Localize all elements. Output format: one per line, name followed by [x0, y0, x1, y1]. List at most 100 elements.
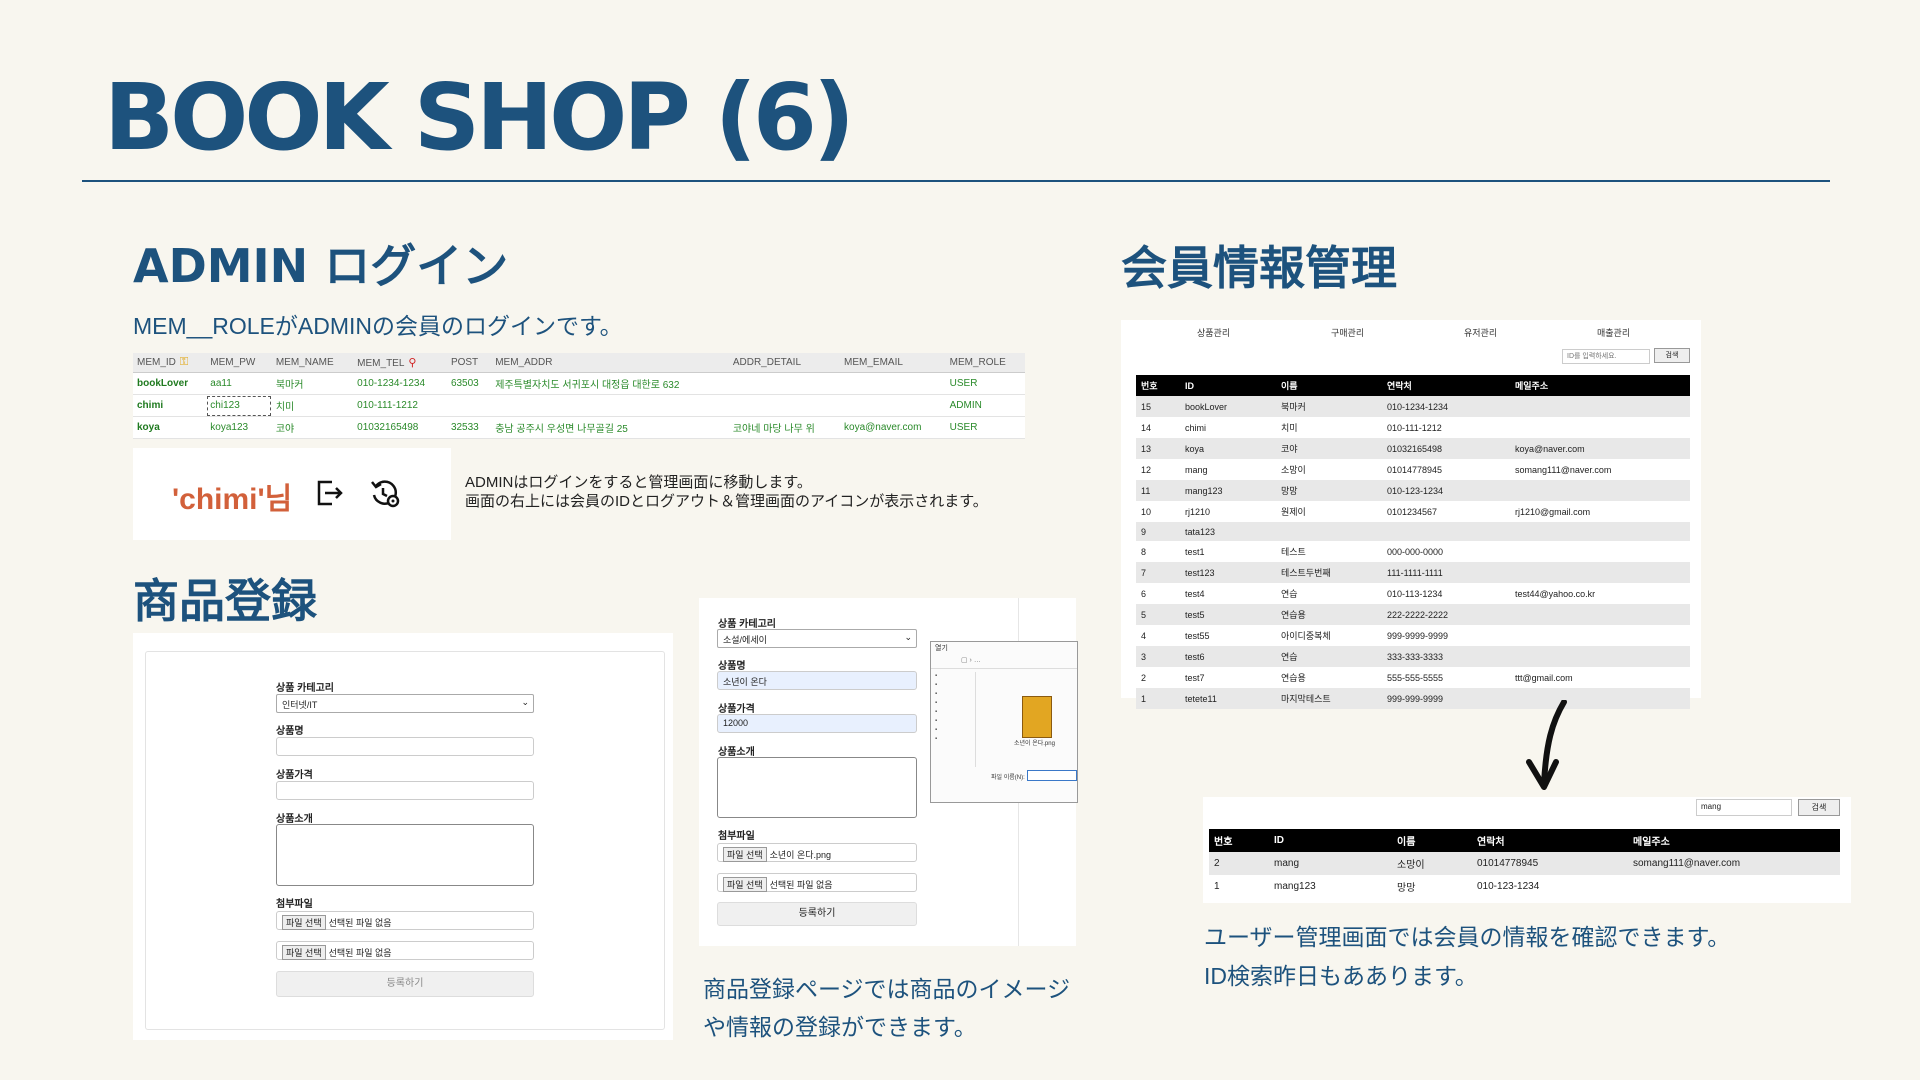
table-cell: bookLover: [1180, 396, 1276, 417]
col-header: 메일주소: [1510, 375, 1690, 396]
product-intro-textarea[interactable]: [276, 824, 534, 886]
nav-user-mgmt[interactable]: 유저관리: [1464, 326, 1497, 339]
table-cell: 제주특별자치도 서귀포시 대정읍 대한로 632: [491, 372, 729, 395]
page-title: BOOK SHOP (6): [104, 64, 855, 171]
product-caption-line1: 商品登録ページでは商品のイメージ: [703, 976, 1071, 1002]
table-cell: test4: [1180, 583, 1276, 604]
table-cell: 망망: [1397, 883, 1416, 894]
table-row[interactable]: 13 koya 코야 01032165498 koya@naver.com: [1136, 438, 1690, 459]
table-cell: mang: [1269, 852, 1392, 875]
table-row[interactable]: 3 test6 연습 333-333-3333: [1136, 646, 1690, 667]
table-cell: [1510, 562, 1690, 583]
table-row[interactable]: 6 test4 연습 010-113-1234 test44@yahoo.co.kr: [1136, 583, 1690, 604]
file-select-button[interactable]: 파일 선택: [723, 877, 767, 892]
table-row[interactable]: 9 tata123: [1136, 522, 1690, 541]
table-row[interactable]: 2 mang 소망이 01014778945 somang111@naver.c…: [1209, 852, 1840, 875]
search-button[interactable]: 검색: [1654, 348, 1690, 363]
product-price-input[interactable]: 12000: [717, 714, 917, 733]
product-reg-heading: 商品登録: [133, 574, 317, 628]
nav-product-mgmt[interactable]: 상품관리: [1197, 326, 1230, 339]
table-row[interactable]: 11 mang123 망망 010-123-1234: [1136, 480, 1690, 501]
table-row[interactable]: 12 mang 소망이 01014778945 somang111@naver.com: [1136, 459, 1690, 480]
table-cell: mang123: [1180, 480, 1276, 501]
filename-input[interactable]: [1027, 770, 1077, 781]
table-header-row: 번호 ID 이름 연락처 메일주소: [1136, 375, 1690, 396]
category-select[interactable]: 소설/에세이 ⌄: [717, 629, 917, 648]
col-header: MEM_ID ⚿: [133, 353, 207, 373]
file-input-2[interactable]: 파일 선택 선택된 파일 없음: [276, 941, 534, 960]
table-row[interactable]: 10 rj1210 원제이 0101234567 rj1210@gmail.com: [1136, 501, 1690, 522]
table-cell: [1382, 522, 1510, 541]
file-select-button[interactable]: 파일 선택: [282, 915, 326, 930]
product-price-input[interactable]: [276, 781, 534, 800]
dialog-address-bar[interactable]: ▢ › …: [931, 656, 1077, 669]
table-row[interactable]: 15 bookLover 북마커 010-1234-1234: [1136, 396, 1690, 417]
table-cell: 마지막테스트: [1276, 688, 1382, 709]
col-header: 이름: [1276, 375, 1382, 396]
product-name-input[interactable]: [276, 737, 534, 756]
category-select[interactable]: 인터넷/IT ⌄: [276, 694, 534, 713]
table-cell: 010-113-1234: [1382, 583, 1510, 604]
title-divider: [82, 180, 1830, 182]
table-cell: koya@naver.com: [840, 416, 946, 439]
table-row[interactable]: 2 test7 연습용 555-555-5555 ttt@gmail.com: [1136, 667, 1690, 688]
table-cell: 북마커: [1276, 396, 1382, 417]
id-search-input[interactable]: mang: [1696, 799, 1792, 816]
table-cell: 치미: [271, 394, 354, 417]
id-search-input[interactable]: [1562, 349, 1650, 364]
table-cell: [1510, 417, 1690, 438]
table-cell: 테스트: [1276, 541, 1382, 562]
product-price-label: 상품가격: [276, 770, 313, 781]
logout-icon[interactable]: [312, 476, 346, 515]
nav-sales-mgmt[interactable]: 매출관리: [1597, 326, 1630, 339]
table-row[interactable]: 1 tetete11 마지막테스트 999-999-9999: [1136, 688, 1690, 709]
table-cell: test5: [1180, 604, 1276, 625]
table-cell: 2: [1209, 852, 1269, 875]
member-caption-line1: ユーザー管理画面では会員の情報を確認できます。: [1204, 924, 1731, 950]
header-user-id[interactable]: 'chimi'님: [172, 474, 292, 518]
admin-note-line1: ADMINはログインをすると管理画面に移動します。: [465, 474, 812, 491]
table-cell: 010-123-1234: [1477, 881, 1540, 892]
admin-settings-icon[interactable]: [368, 476, 402, 515]
table-cell: 01032165498: [1382, 438, 1510, 459]
table-row[interactable]: 8 test1 테스트 000-000-0000: [1136, 541, 1690, 562]
table-row[interactable]: 4 test55 아이디중복체 999-9999-9999: [1136, 625, 1690, 646]
col-header: ID: [1269, 829, 1392, 852]
table-row[interactable]: 7 test123 테스트두번째 111-1111-1111: [1136, 562, 1690, 583]
table-cell: 충남 공주시 우성면 나무골길 25: [491, 416, 729, 439]
nav-purchase-mgmt[interactable]: 구매관리: [1331, 326, 1364, 339]
file-open-dialog: 열기 ▢ › … ▪ ▪ ▪ ▪ ▪ ▪ ▪ ▪ 소년이 온다.png 파일 이름(N):: [930, 641, 1078, 803]
book-thumbnail[interactable]: [1022, 696, 1052, 738]
register-button[interactable]: 등록하기: [276, 971, 534, 997]
register-button[interactable]: 등록하기: [717, 902, 917, 926]
file-select-button[interactable]: 파일 선택: [723, 847, 767, 862]
table-cell: 1: [1214, 881, 1220, 892]
table-cell: test1: [1180, 541, 1276, 562]
search-button[interactable]: 검색: [1798, 799, 1840, 816]
table-cell: 01032165498: [353, 416, 447, 439]
member-mgmt-heading: 会員情報管理: [1121, 241, 1397, 295]
table-cell: 9: [1136, 522, 1180, 541]
table-cell: test6: [1180, 646, 1276, 667]
product-intro-label: 상품소개: [276, 814, 313, 825]
table-cell: 망망: [1276, 480, 1382, 501]
table-cell: test55: [1180, 625, 1276, 646]
file-input-2[interactable]: 파일 선택 선택된 파일 없음: [717, 873, 917, 892]
table-cell: 13: [1136, 438, 1180, 459]
table-row[interactable]: 5 test5 연습용 222-2222-2222: [1136, 604, 1690, 625]
file-select-button[interactable]: 파일 선택: [282, 945, 326, 960]
table-cell: 소망이: [1392, 852, 1472, 875]
table-cell: 6: [1136, 583, 1180, 604]
dialog-sidebar[interactable]: ▪ ▪ ▪ ▪ ▪ ▪ ▪ ▪: [935, 672, 976, 767]
product-name-input[interactable]: 소년이 온다: [717, 671, 917, 690]
product-intro-textarea[interactable]: [717, 757, 917, 818]
table-cell: 111-1111-1111: [1382, 562, 1510, 583]
file-input-1[interactable]: 파일 선택 선택된 파일 없음: [276, 911, 534, 930]
table-cell: 5: [1136, 604, 1180, 625]
table-row: chimi chi123 치미 010-111-1212 ADMIN: [133, 394, 1025, 417]
col-header: 번호: [1209, 829, 1269, 852]
file-input-1[interactable]: 파일 선택 소년이 온다.png: [717, 843, 917, 862]
table-row[interactable]: 1 mang123 망망 010-123-1234: [1209, 875, 1840, 898]
col-header: MEM_ADDR: [491, 353, 729, 373]
table-row[interactable]: 14 chimi 치미 010-111-1212: [1136, 417, 1690, 438]
